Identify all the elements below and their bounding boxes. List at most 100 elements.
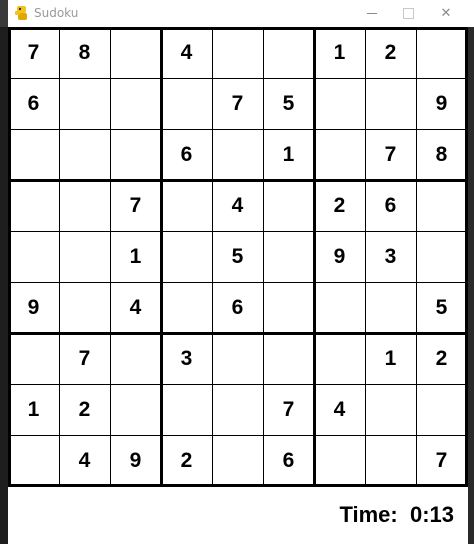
board-cell[interactable] (8, 129, 59, 180)
board-cell[interactable]: 9 (110, 435, 161, 486)
box-divider-horizontal (8, 179, 468, 182)
board-cell[interactable]: 7 (110, 180, 161, 231)
board-cell[interactable]: 5 (263, 78, 314, 129)
grid-line-vertical (110, 27, 111, 487)
game-canvas[interactable]: 78412675961787426159394657312127449267 T… (8, 27, 468, 544)
board-cell[interactable] (314, 333, 365, 384)
board-cell[interactable] (263, 282, 314, 333)
board-cell[interactable] (161, 282, 212, 333)
board-cell[interactable] (59, 78, 110, 129)
board-cell[interactable]: 9 (416, 78, 467, 129)
board-cell[interactable]: 7 (8, 27, 59, 78)
board-cell[interactable]: 6 (212, 282, 263, 333)
board-cell[interactable]: 4 (110, 282, 161, 333)
board-cell[interactable] (59, 180, 110, 231)
minimize-button[interactable] (354, 0, 390, 27)
grid-line-vertical (416, 27, 417, 487)
board-cell[interactable]: 3 (365, 231, 416, 282)
box-divider-vertical (160, 27, 163, 487)
board-cell[interactable] (59, 282, 110, 333)
board-cell[interactable]: 8 (416, 129, 467, 180)
board-cell[interactable]: 4 (314, 384, 365, 435)
board-cell[interactable]: 9 (8, 282, 59, 333)
board-cell[interactable] (263, 333, 314, 384)
board-cell[interactable] (314, 282, 365, 333)
board-cell[interactable]: 2 (314, 180, 365, 231)
maximize-button[interactable] (390, 0, 426, 27)
board-cell[interactable]: 8 (59, 27, 110, 78)
box-divider-vertical (8, 27, 11, 487)
board-cell[interactable] (212, 384, 263, 435)
board-cell[interactable] (212, 129, 263, 180)
board-cell[interactable]: 4 (59, 435, 110, 486)
board-cell[interactable] (161, 231, 212, 282)
board-cell[interactable]: 1 (365, 333, 416, 384)
board-cell[interactable] (263, 27, 314, 78)
board-cell[interactable]: 5 (416, 282, 467, 333)
board-cell[interactable] (365, 435, 416, 486)
board-cell[interactable] (314, 129, 365, 180)
grid-line-horizontal (8, 384, 468, 385)
board-cell[interactable] (8, 180, 59, 231)
board-cell[interactable]: 6 (365, 180, 416, 231)
board-cell[interactable]: 7 (212, 78, 263, 129)
board-cell[interactable]: 6 (263, 435, 314, 486)
sudoku-window: Sudoku ✕ 7841267596178742615939465731212… (0, 0, 474, 544)
board-cell[interactable]: 1 (8, 384, 59, 435)
board-cell[interactable]: 7 (416, 435, 467, 486)
board-cell[interactable] (161, 78, 212, 129)
board-cell[interactable]: 1 (263, 129, 314, 180)
title-bar[interactable]: Sudoku ✕ (8, 0, 474, 28)
board-cell[interactable] (59, 231, 110, 282)
box-divider-horizontal (8, 484, 468, 487)
board-cell[interactable] (416, 384, 467, 435)
board-cell[interactable]: 9 (314, 231, 365, 282)
board-cell[interactable]: 1 (314, 27, 365, 78)
sudoku-board[interactable]: 78412675961787426159394657312127449267 (8, 27, 468, 487)
board-cell[interactable] (110, 384, 161, 435)
box-divider-vertical (465, 27, 468, 487)
board-cell[interactable]: 5 (212, 231, 263, 282)
board-cell[interactable] (416, 180, 467, 231)
board-cell[interactable] (212, 333, 263, 384)
board-cell[interactable]: 7 (59, 333, 110, 384)
board-cell[interactable]: 7 (263, 384, 314, 435)
window-title: Sudoku (34, 6, 79, 20)
board-cell[interactable] (416, 27, 467, 78)
board-cell[interactable] (110, 333, 161, 384)
board-cell[interactable]: 7 (365, 129, 416, 180)
board-cell[interactable] (8, 435, 59, 486)
box-divider-horizontal (8, 332, 468, 335)
board-cell[interactable] (263, 231, 314, 282)
board-cell[interactable]: 1 (110, 231, 161, 282)
python-snake-icon (15, 6, 27, 20)
board-cell[interactable]: 6 (8, 78, 59, 129)
board-cell[interactable]: 3 (161, 333, 212, 384)
board-cell[interactable] (365, 78, 416, 129)
board-cell[interactable] (263, 180, 314, 231)
board-cell[interactable] (365, 384, 416, 435)
board-cell[interactable]: 4 (161, 27, 212, 78)
board-cell[interactable]: 2 (365, 27, 416, 78)
board-cell[interactable] (314, 435, 365, 486)
board-cell[interactable]: 2 (161, 435, 212, 486)
board-cell[interactable] (110, 129, 161, 180)
board-cell[interactable] (212, 27, 263, 78)
board-cell[interactable] (161, 384, 212, 435)
board-cell[interactable] (161, 180, 212, 231)
board-cell[interactable] (110, 27, 161, 78)
board-cell[interactable] (8, 231, 59, 282)
board-cell[interactable]: 2 (59, 384, 110, 435)
board-cell[interactable] (59, 129, 110, 180)
board-cell[interactable] (365, 282, 416, 333)
board-cell[interactable]: 2 (416, 333, 467, 384)
box-divider-vertical (313, 27, 316, 487)
board-cell[interactable]: 4 (212, 180, 263, 231)
board-cell[interactable] (314, 78, 365, 129)
close-button[interactable]: ✕ (428, 0, 464, 27)
board-cell[interactable] (110, 78, 161, 129)
board-cell[interactable] (212, 435, 263, 486)
board-cell[interactable] (8, 333, 59, 384)
board-cell[interactable] (416, 231, 467, 282)
board-cell[interactable]: 6 (161, 129, 212, 180)
